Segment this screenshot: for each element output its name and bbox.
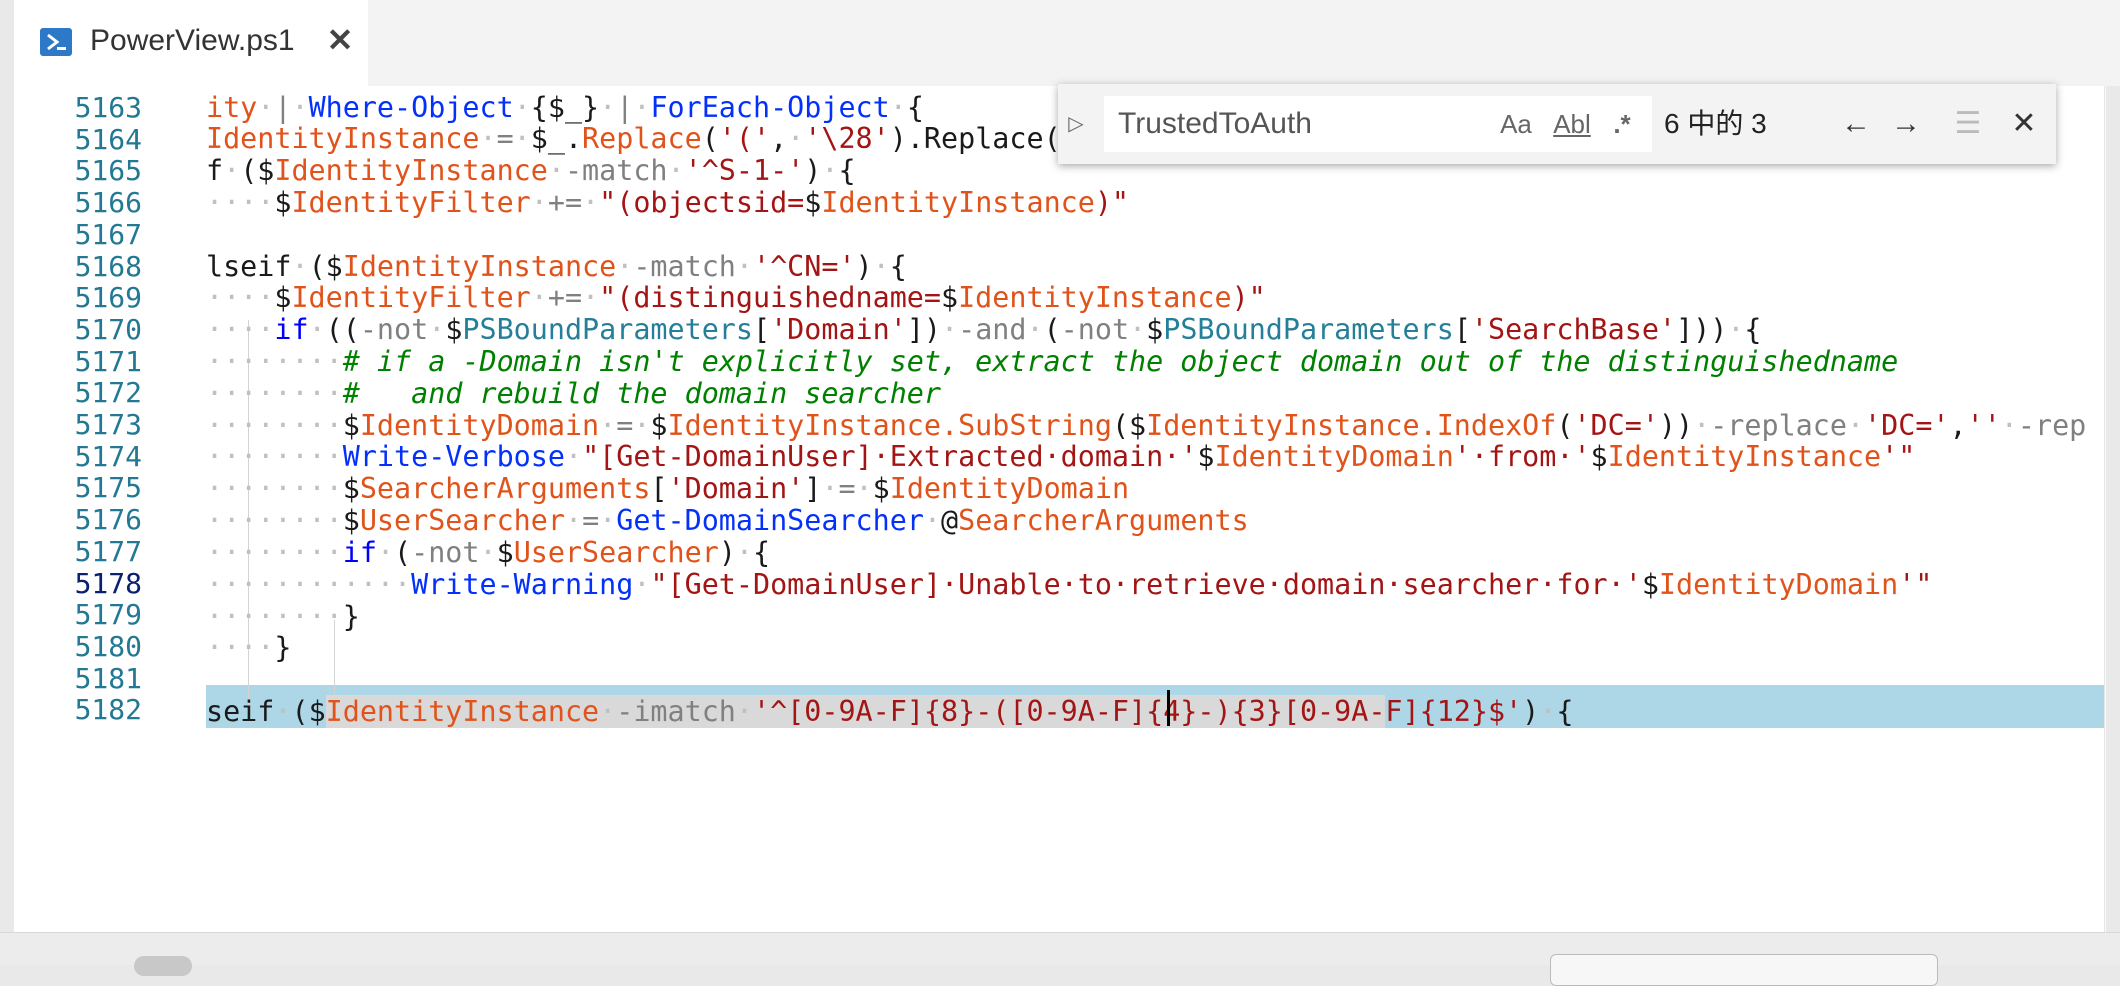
minimap[interactable] bbox=[2104, 86, 2106, 932]
match-case-icon[interactable]: Aa bbox=[1496, 104, 1536, 144]
toggle-replace-icon[interactable]: ▷ bbox=[1066, 106, 1086, 142]
next-match-icon[interactable]: → bbox=[1886, 102, 1926, 146]
bottom-input-box[interactable] bbox=[1550, 954, 1938, 986]
tab-title: PowerView.ps1 bbox=[90, 24, 295, 57]
text-cursor bbox=[1167, 690, 1170, 726]
scrollbar-thumb[interactable] bbox=[134, 956, 192, 976]
tab-close-icon[interactable]: ✕ bbox=[324, 22, 356, 58]
code-area[interactable]: ity·|·Where-Object·{$_}·|·ForEach-Object… bbox=[206, 86, 2106, 932]
tab-bar: PowerView.ps1 ✕ bbox=[14, 0, 2120, 86]
code-line: seif·($IdentityInstance·-imatch·'^[0-9A-… bbox=[206, 695, 1574, 728]
find-widget: ▷ Aa Abl .* 6 中的 3 ← → ☰ ✕ bbox=[1058, 84, 2056, 164]
close-find-icon[interactable]: ✕ bbox=[2004, 102, 2044, 146]
line-number: 5182 bbox=[74, 693, 142, 727]
code-editor[interactable]: 5163 5164 5165 5166 5167 5168 5169 5170 5171 5172… bbox=[14, 86, 2106, 932]
tab-powerview[interactable]: PowerView.ps1 ✕ bbox=[14, 0, 368, 86]
code-line-active: ············Write-Warning·"[Get-DomainUs… bbox=[206, 568, 1933, 601]
powershell-icon bbox=[40, 28, 72, 56]
code-line: ····$IdentityFilter·+=·"(objectsid=$Iden… bbox=[206, 186, 1130, 219]
code-line: ····} bbox=[206, 631, 292, 664]
find-match-count: 6 中的 3 bbox=[1664, 108, 1767, 139]
find-in-selection-icon[interactable]: ☰ bbox=[1948, 102, 1988, 146]
whole-word-icon[interactable]: Abl bbox=[1550, 104, 1594, 144]
line-number-gutter: 5163 5164 5165 5166 5167 5168 5169 5170 5171 5172… bbox=[14, 86, 194, 932]
previous-match-icon[interactable]: ← bbox=[1836, 102, 1876, 146]
regex-icon[interactable]: .* bbox=[1602, 104, 1642, 144]
